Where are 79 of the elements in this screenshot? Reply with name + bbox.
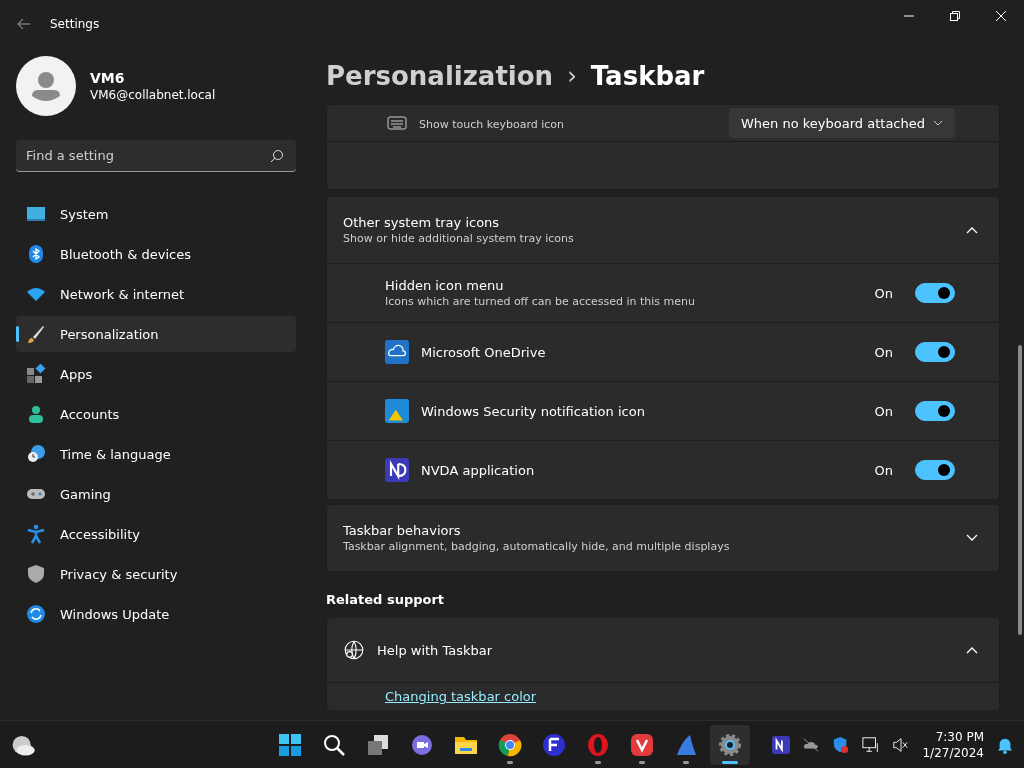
cloud-off-icon bbox=[802, 735, 821, 754]
nav-item[interactable]: System bbox=[16, 196, 296, 232]
nav-item[interactable]: Gaming bbox=[16, 476, 296, 512]
taskbar-app[interactable] bbox=[710, 725, 750, 765]
windows-stack-icon bbox=[366, 733, 390, 757]
window-title: Settings bbox=[50, 17, 100, 31]
toggle-state-label: On bbox=[874, 403, 893, 419]
help-link[interactable]: Changing taskbar color bbox=[385, 689, 537, 704]
nav-item[interactable]: Personalization bbox=[16, 316, 296, 352]
accessibility-icon bbox=[26, 524, 46, 544]
breadcrumb-link[interactable]: Personalization bbox=[326, 61, 554, 91]
breadcrumb-separator: › bbox=[567, 62, 577, 90]
nav-item[interactable]: Windows Update bbox=[16, 596, 296, 632]
back-arrow-icon bbox=[16, 16, 32, 32]
shield-error-icon bbox=[832, 735, 851, 754]
dropdown[interactable]: When no keyboard attached bbox=[729, 108, 955, 138]
toggle-switch[interactable] bbox=[915, 342, 955, 362]
nav-item[interactable]: Time & language bbox=[16, 436, 296, 472]
toggle-switch[interactable] bbox=[915, 283, 955, 303]
clock-time[interactable]: 7:30 PM bbox=[935, 728, 984, 745]
user-email: VM6@collabnet.local bbox=[90, 88, 216, 102]
globe-search-icon bbox=[343, 639, 365, 661]
browser-logo-icon bbox=[498, 733, 522, 757]
nvda-logo-icon bbox=[772, 735, 791, 754]
toggle-state-label: On bbox=[874, 462, 893, 478]
page-title: Taskbar bbox=[590, 61, 705, 91]
nav-item[interactable]: Network & internet bbox=[16, 276, 296, 312]
setting-title: Hidden icon menu bbox=[385, 278, 505, 293]
bird-icon bbox=[674, 733, 698, 757]
restore-icon[interactable] bbox=[950, 11, 960, 21]
section-title: Taskbar behaviors bbox=[343, 523, 462, 538]
caret-icon bbox=[933, 118, 943, 128]
video-chat-icon bbox=[410, 733, 434, 757]
shield-icon bbox=[26, 564, 46, 584]
setting-title: Windows Security notification icon bbox=[421, 403, 646, 419]
speaker-muted-icon bbox=[892, 735, 911, 754]
cloud-icon bbox=[385, 340, 409, 364]
keyboard-icon bbox=[387, 115, 407, 131]
close-icon[interactable] bbox=[996, 11, 1006, 21]
windows-logo-icon bbox=[278, 733, 302, 757]
bluetooth-icon bbox=[26, 244, 46, 264]
update-icon bbox=[26, 604, 46, 624]
user-name: VM6 bbox=[90, 70, 126, 86]
apps-icon bbox=[26, 364, 46, 384]
monitor-icon bbox=[26, 204, 46, 224]
gear-icon bbox=[718, 733, 742, 757]
app-logo-icon bbox=[542, 733, 566, 757]
section-heading: Related support bbox=[326, 592, 446, 607]
setting-description: Show touch keyboard icon bbox=[419, 117, 566, 131]
setting-description: Icons which are turned off can be accessed in this menu bbox=[385, 295, 697, 308]
clock-date[interactable]: 1/27/2024 bbox=[922, 744, 984, 761]
section-title: Help with Taskbar bbox=[377, 642, 494, 658]
toggle-switch[interactable] bbox=[915, 401, 955, 421]
person-icon bbox=[26, 404, 46, 424]
section-description: Taskbar alignment, badging, automatically hide, and multiple displays bbox=[343, 540, 731, 553]
scrollbar[interactable] bbox=[1018, 345, 1022, 635]
nvda-logo-icon bbox=[385, 458, 409, 482]
setting-title: Microsoft OneDrive bbox=[421, 344, 547, 360]
ring-logo-icon bbox=[586, 733, 610, 757]
nav-item[interactable]: Bluetooth & devices bbox=[16, 236, 296, 272]
shield-warning-icon bbox=[385, 399, 409, 423]
toggle-state-label: On bbox=[874, 285, 893, 301]
v-logo-icon bbox=[630, 733, 654, 757]
section-description: Show or hide additional system tray icons bbox=[343, 232, 575, 245]
nav-item[interactable]: Apps bbox=[16, 356, 296, 392]
toggle-state-label: On bbox=[874, 344, 893, 360]
avatar bbox=[16, 56, 76, 116]
toggle-switch[interactable] bbox=[915, 460, 955, 480]
search-icon bbox=[270, 149, 284, 163]
setting-title: NVDA application bbox=[421, 462, 536, 478]
search-icon bbox=[322, 733, 346, 757]
nav-item[interactable]: Privacy & security bbox=[16, 556, 296, 592]
globe-clock-icon bbox=[26, 444, 46, 464]
brush-icon bbox=[26, 324, 46, 344]
search-field[interactable]: Find a setting bbox=[16, 140, 296, 172]
nav-item[interactable]: Accounts bbox=[16, 396, 296, 432]
nav-item[interactable]: Accessibility bbox=[16, 516, 296, 552]
network-icon bbox=[862, 735, 881, 754]
section-title: Other system tray icons bbox=[343, 215, 501, 230]
